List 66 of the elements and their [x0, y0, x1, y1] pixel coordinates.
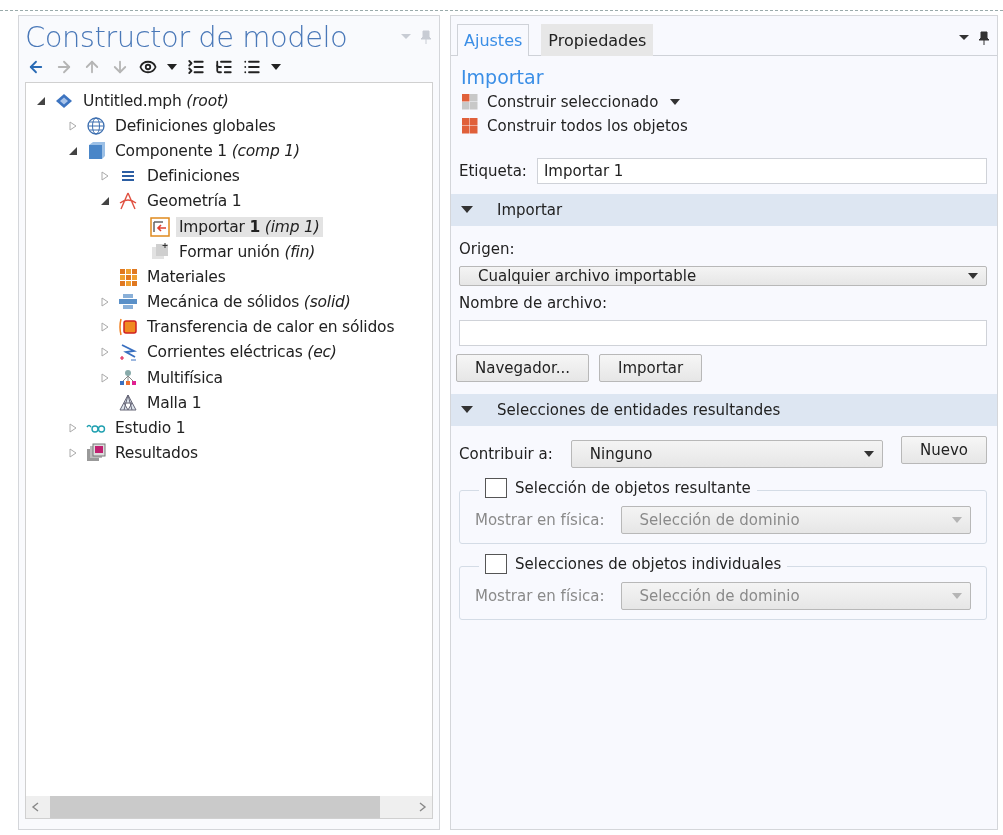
union-icon — [150, 241, 170, 262]
source-dropdown[interactable]: Cualquier archivo importable — [459, 266, 987, 286]
section-header[interactable]: Selecciones de entidades resultandes — [451, 394, 997, 426]
section-title: Importar — [497, 201, 563, 219]
tree-item[interactable]: Definiciones globales — [112, 115, 279, 136]
tree-item[interactable]: Multifísica — [144, 367, 226, 388]
collapse-caret-icon[interactable] — [461, 206, 473, 214]
results-icon — [86, 443, 106, 464]
tree-item[interactable]: Corrientes eléctricas (ec) — [144, 342, 340, 363]
panel-title: Constructor de modelo — [25, 20, 348, 54]
import-icon — [150, 216, 170, 237]
cube-icon — [86, 140, 106, 161]
collapse-arrow-icon[interactable] — [36, 95, 46, 106]
action-button[interactable]: Importar — [599, 354, 703, 382]
network-icon — [118, 367, 138, 388]
grid-icon — [461, 117, 479, 135]
tree-item[interactable]: Geometría 1 — [144, 191, 245, 212]
settings-heading: Importar — [460, 65, 545, 90]
group-label: Selección de objetos resultante — [515, 479, 751, 497]
mesh-icon — [118, 392, 138, 413]
tree-item[interactable]: Untitled.mph (root) — [80, 90, 232, 111]
build-action[interactable]: Construir seleccionado — [487, 93, 659, 111]
collapse-list-icon[interactable] — [187, 58, 205, 76]
field-label: Origen: — [459, 240, 516, 258]
collapse-caret-icon[interactable] — [461, 406, 473, 414]
grid-icon — [461, 93, 479, 111]
collapse-arrow-icon[interactable] — [68, 145, 78, 156]
current-icon — [118, 342, 138, 363]
field-label: Nombre de archivo: — [459, 294, 608, 312]
compass-icon — [118, 191, 138, 212]
field-label: Mostrar en física: — [475, 587, 605, 605]
field-label: Contribuir a: — [459, 445, 553, 463]
dropdown-caret-icon[interactable] — [670, 99, 681, 105]
label-input-field[interactable]: Importar 1 — [536, 158, 987, 184]
tree-item[interactable]: Importar 1 (imp 1) — [176, 216, 323, 237]
tree-item[interactable]: Transferencia de calor en sólidos — [144, 317, 398, 338]
group-label: Selecciones de objetos individuales — [515, 555, 782, 573]
action-button[interactable]: Navegador... — [456, 354, 590, 382]
list-icon[interactable] — [243, 58, 261, 76]
heat-icon — [118, 317, 138, 338]
tree-item[interactable]: Componente 1 (comp 1) — [112, 140, 303, 161]
expand-list-icon[interactable] — [215, 58, 233, 76]
section-header[interactable]: Importar — [451, 194, 997, 226]
panel-tab[interactable]: Propiedades — [541, 24, 654, 56]
horizontal-scrollbar[interactable] — [26, 796, 432, 818]
globe-icon — [86, 115, 106, 136]
tree-item[interactable]: Malla 1 — [144, 392, 205, 413]
blocks-icon — [118, 266, 138, 287]
new-button[interactable]: Nuevo — [901, 436, 987, 464]
tree-item[interactable]: Estudio 1 — [112, 418, 189, 439]
dropdown-caret-icon[interactable] — [167, 64, 177, 70]
tree-item[interactable]: Mecánica de sólidos (solid) — [144, 292, 354, 313]
tree-item[interactable]: Resultados — [112, 443, 201, 464]
tree-item[interactable]: Definiciones — [144, 166, 243, 187]
build-action[interactable]: Construir todos los objetos — [487, 117, 688, 135]
collapse-arrow-icon[interactable] — [100, 196, 110, 207]
panel-controls-icon[interactable] — [957, 31, 991, 45]
tree-item[interactable]: Materiales — [144, 266, 229, 287]
field-label: Etiqueta: — [459, 162, 527, 180]
field-label: Mostrar en física: — [475, 511, 605, 529]
filename-input-field[interactable] — [459, 320, 987, 346]
contribute-dropdown[interactable]: Ninguno — [570, 440, 883, 468]
tree-item[interactable]: Formar unión (fin) — [176, 241, 319, 262]
section-title: Selecciones de entidades resultandes — [497, 401, 781, 419]
eye-icon[interactable] — [139, 58, 157, 76]
dropdown-caret-icon[interactable] — [271, 64, 281, 70]
